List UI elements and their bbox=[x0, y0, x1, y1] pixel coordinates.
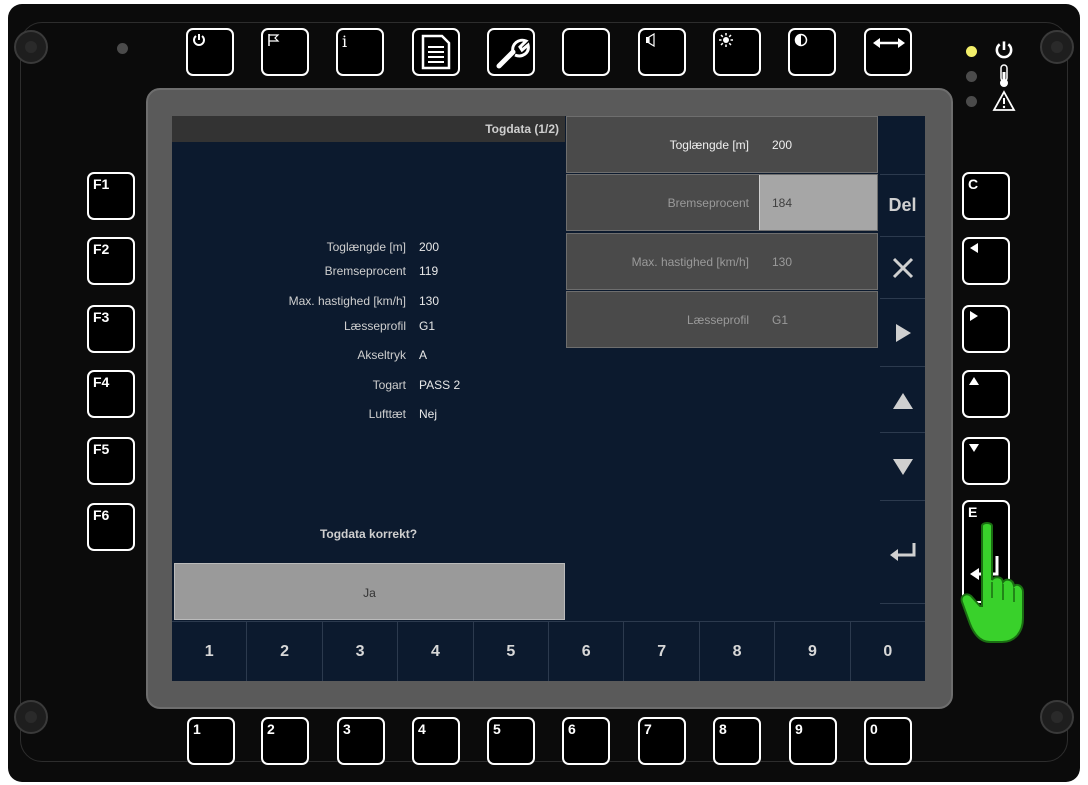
info-row: Læsseprofil G1 bbox=[343, 319, 436, 333]
power-icon bbox=[193, 34, 205, 46]
warning-led bbox=[966, 96, 977, 107]
info-icon: i bbox=[342, 32, 348, 51]
triangle-right-icon bbox=[895, 324, 911, 342]
enter-icon bbox=[889, 543, 915, 561]
confirm-question: Togdata korrekt? bbox=[319, 527, 418, 541]
c-key[interactable]: C bbox=[962, 172, 1010, 220]
screw-bottom-right bbox=[1040, 700, 1074, 734]
document-key[interactable] bbox=[412, 28, 460, 76]
bottom-key-8[interactable]: 8 bbox=[713, 717, 761, 765]
info-row: Akseltryk A bbox=[357, 348, 428, 362]
close-icon bbox=[892, 257, 913, 279]
temperature-led bbox=[966, 71, 977, 82]
numpad-key-7[interactable]: 7 bbox=[624, 621, 700, 681]
numpad-key-6[interactable]: 6 bbox=[549, 621, 625, 681]
numpad-key-0[interactable]: 0 bbox=[850, 621, 925, 681]
numpad-key-8[interactable]: 8 bbox=[699, 621, 776, 681]
triangle-up-icon bbox=[969, 377, 979, 385]
triangle-down-icon bbox=[892, 459, 913, 475]
indicator-led bbox=[117, 43, 128, 54]
numpad: 1 2 3 4 5 6 7 8 9 0 bbox=[172, 621, 925, 681]
numpad-key-1[interactable]: 1 bbox=[172, 621, 248, 681]
contrast-key[interactable] bbox=[788, 28, 836, 76]
display-screen: Togdata (1/2) Toglængde [m] 200 Bremsepro… bbox=[172, 116, 925, 681]
power-led bbox=[966, 46, 977, 57]
brightness-icon bbox=[719, 33, 733, 47]
bottom-key-2[interactable]: 2 bbox=[261, 717, 309, 765]
bottom-key-5[interactable]: 5 bbox=[487, 717, 535, 765]
wrench-icon bbox=[496, 38, 530, 69]
numpad-key-9[interactable]: 9 bbox=[775, 621, 851, 681]
contrast-icon bbox=[794, 33, 808, 47]
tools-key[interactable] bbox=[487, 28, 535, 76]
bottom-key-3[interactable]: 3 bbox=[337, 717, 385, 765]
pointing-hand-icon bbox=[960, 522, 1024, 643]
bottom-key-4[interactable]: 4 bbox=[412, 717, 460, 765]
scroll-down-button[interactable] bbox=[880, 432, 925, 500]
speaker-icon bbox=[646, 33, 655, 47]
brake-percent-value: 184 bbox=[772, 196, 793, 210]
screw-top-right bbox=[1040, 30, 1074, 64]
confirm-yes-button[interactable]: Ja bbox=[174, 563, 565, 620]
flag-key[interactable] bbox=[261, 28, 309, 76]
f4-key[interactable]: F4 bbox=[87, 370, 135, 418]
up-key[interactable] bbox=[962, 370, 1010, 418]
warning-icon bbox=[992, 90, 1016, 111]
bottom-key-6[interactable]: 6 bbox=[562, 717, 610, 765]
double-arrow-icon bbox=[873, 38, 905, 48]
volume-key[interactable] bbox=[638, 28, 686, 76]
delete-button[interactable]: Del bbox=[880, 174, 925, 236]
power-status-icon bbox=[995, 41, 1013, 59]
right-key[interactable] bbox=[962, 305, 1010, 353]
left-key[interactable] bbox=[962, 237, 1010, 285]
info-row: Max. hastighed [km/h] 130 bbox=[288, 294, 440, 308]
info-row: Togart PASS 2 bbox=[372, 378, 461, 392]
info-row: Toglængde [m] 200 bbox=[326, 240, 440, 254]
screw-top-left bbox=[14, 30, 48, 64]
cancel-button[interactable] bbox=[880, 236, 925, 298]
numpad-key-4[interactable]: 4 bbox=[398, 621, 474, 681]
brightness-key[interactable] bbox=[713, 28, 761, 76]
numpad-key-3[interactable]: 3 bbox=[322, 621, 399, 681]
swap-key[interactable] bbox=[864, 28, 912, 76]
blank-key[interactable] bbox=[562, 28, 610, 76]
edit-row-brake-percent[interactable]: Bremseprocent 184 bbox=[566, 174, 878, 231]
scroll-up-button[interactable] bbox=[880, 366, 925, 432]
f2-key[interactable]: F2 bbox=[87, 237, 135, 285]
triangle-right-icon bbox=[970, 311, 978, 321]
info-row: Bremseprocent 119 bbox=[324, 264, 439, 278]
numpad-key-2[interactable]: 2 bbox=[247, 621, 323, 681]
screen-title: Togdata (1/2) bbox=[172, 116, 565, 142]
down-key[interactable] bbox=[962, 437, 1010, 485]
bottom-key-0[interactable]: 0 bbox=[864, 717, 912, 765]
thermometer-icon bbox=[1000, 64, 1008, 87]
info-row: Lufttæt Nej bbox=[368, 407, 438, 421]
screw-bottom-left bbox=[14, 700, 48, 734]
numpad-key-5[interactable]: 5 bbox=[473, 621, 550, 681]
document-icon bbox=[421, 34, 451, 70]
e-key-label: E bbox=[968, 504, 978, 520]
edit-row-max-speed[interactable]: Max. hastighed [km/h] 130 bbox=[566, 233, 878, 290]
bottom-key-9[interactable]: 9 bbox=[789, 717, 837, 765]
f5-key[interactable]: F5 bbox=[87, 437, 135, 485]
f6-key[interactable]: F6 bbox=[87, 503, 135, 551]
bottom-key-1[interactable]: 1 bbox=[187, 717, 235, 765]
triangle-down-icon bbox=[969, 444, 979, 452]
bottom-key-7[interactable]: 7 bbox=[638, 717, 686, 765]
triangle-up-icon bbox=[892, 393, 913, 409]
info-key[interactable]: i bbox=[336, 28, 384, 76]
f3-key[interactable]: F3 bbox=[87, 305, 135, 353]
edit-row-length[interactable]: Toglængde [m] 200 bbox=[566, 116, 878, 173]
power-key[interactable] bbox=[186, 28, 234, 76]
flag-icon bbox=[268, 34, 280, 46]
f1-key[interactable]: F1 bbox=[87, 172, 135, 220]
enter-button[interactable] bbox=[880, 500, 925, 604]
next-button[interactable] bbox=[880, 298, 925, 366]
triangle-left-icon bbox=[970, 243, 978, 253]
edit-row-load-profile[interactable]: Læsseprofil G1 bbox=[566, 291, 878, 348]
